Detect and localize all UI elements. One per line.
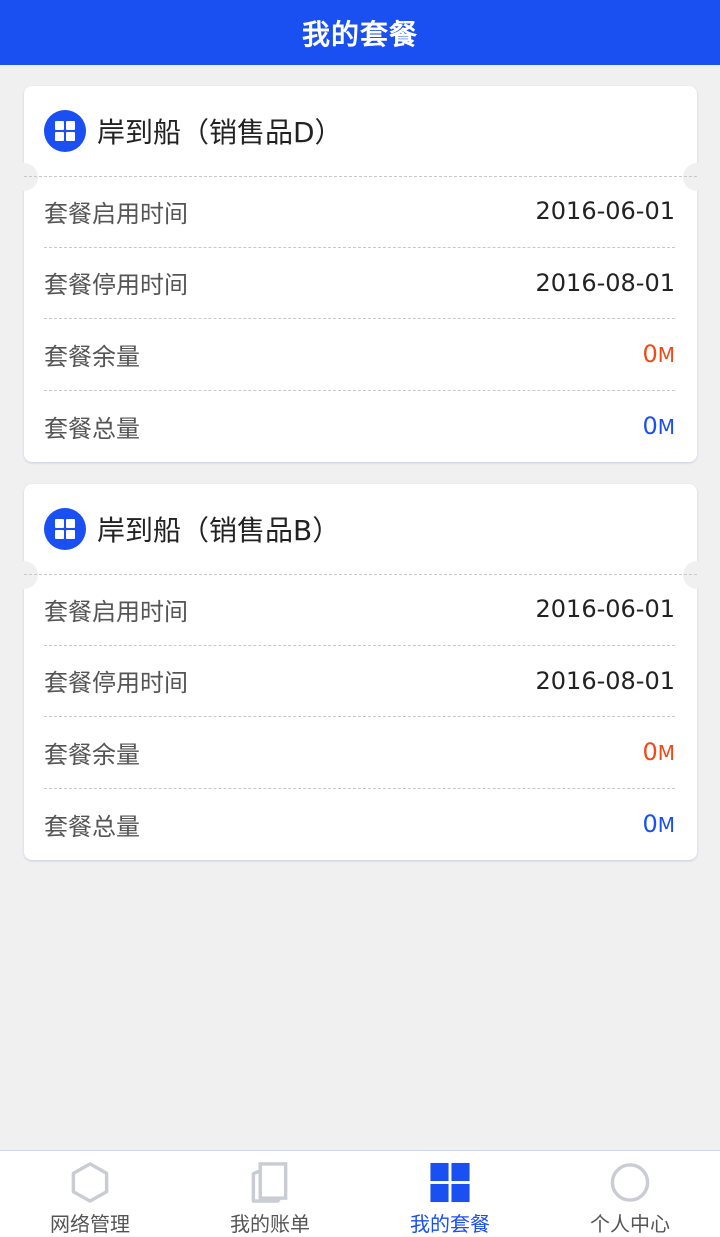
- ticket-notch-left: [10, 561, 38, 589]
- end-date-value: 2016-08-01: [535, 666, 675, 695]
- start-date-row: 套餐启用时间 2016-06-01: [44, 176, 675, 248]
- ticket-notch-right: [683, 163, 711, 191]
- page-title: 我的套餐: [301, 17, 418, 51]
- tab-label: 我的套餐: [410, 1212, 490, 1236]
- total-unit: M: [657, 415, 675, 440]
- remaining-amount: 0: [642, 738, 658, 767]
- package-list: 岸到船（销售品D） 套餐启用时间 2016-06-01 套餐停用时间 2016-…: [10, 86, 711, 882]
- total-unit: M: [657, 813, 675, 838]
- tab-label: 个人中心: [590, 1212, 670, 1236]
- remaining-value: 0M: [642, 340, 675, 368]
- remaining-value: 0M: [642, 738, 675, 766]
- app: 我的套餐 岸到船（销售品D） 套餐启用时间 2016-06-01 套餐停用时间 …: [0, 0, 720, 1237]
- total-label: 套餐总量: [44, 812, 140, 841]
- end-date-value: 2016-08-01: [535, 268, 675, 297]
- end-date-label: 套餐停用时间: [44, 669, 188, 698]
- total-value: 0M: [642, 412, 675, 440]
- remaining-row: 套餐余量 0M: [44, 319, 675, 391]
- package-grid-icon: [44, 110, 86, 152]
- tab-label: 网络管理: [50, 1212, 130, 1236]
- package-grid-icon: [44, 508, 86, 550]
- total-label: 套餐总量: [44, 414, 140, 443]
- tab-personal-center[interactable]: 个人中心: [540, 1151, 720, 1237]
- total-amount: 0: [642, 810, 658, 839]
- remaining-label: 套餐余量: [44, 740, 140, 769]
- start-date-label: 套餐启用时间: [44, 199, 188, 228]
- start-date-row: 套餐启用时间 2016-06-01: [44, 574, 675, 646]
- package-card[interactable]: 岸到船（销售品D） 套餐启用时间 2016-06-01 套餐停用时间 2016-…: [10, 86, 711, 462]
- remaining-label: 套餐余量: [44, 342, 140, 371]
- package-title: 岸到船（销售品D）: [97, 116, 343, 149]
- hexagon-icon: [71, 1162, 109, 1203]
- tab-network-management[interactable]: 网络管理: [0, 1151, 180, 1237]
- total-amount: 0: [642, 412, 658, 441]
- package-card-header: 岸到船（销售品B）: [24, 484, 697, 574]
- dashed-divider: [24, 574, 697, 575]
- total-value: 0M: [642, 810, 675, 838]
- package-title: 岸到船（销售品B）: [97, 514, 341, 547]
- bill-icon: [251, 1162, 288, 1203]
- ticket-notch-right: [683, 561, 711, 589]
- remaining-unit: M: [657, 343, 675, 368]
- remaining-amount: 0: [642, 340, 658, 369]
- bottom-tab-bar: 网络管理 我的账单 我的套餐 个人中心: [0, 1150, 720, 1237]
- package-details: 套餐启用时间 2016-06-01 套餐停用时间 2016-08-01 套餐余量…: [24, 176, 697, 462]
- end-date-label: 套餐停用时间: [44, 271, 188, 300]
- grid-icon: [430, 1162, 470, 1203]
- tab-my-bill[interactable]: 我的账单: [180, 1151, 360, 1237]
- remaining-row: 套餐余量 0M: [44, 717, 675, 789]
- person-circle-icon: [610, 1163, 650, 1202]
- tab-label: 我的账单: [230, 1212, 310, 1236]
- end-date-row: 套餐停用时间 2016-08-01: [44, 646, 675, 717]
- remaining-unit: M: [657, 741, 675, 766]
- total-row: 套餐总量 0M: [44, 391, 675, 463]
- start-date-value: 2016-06-01: [535, 595, 675, 624]
- tab-my-package[interactable]: 我的套餐: [360, 1151, 540, 1237]
- end-date-row: 套餐停用时间 2016-08-01: [44, 248, 675, 319]
- ticket-notch-left: [10, 163, 38, 191]
- package-details: 套餐启用时间 2016-06-01 套餐停用时间 2016-08-01 套餐余量…: [24, 574, 697, 860]
- package-card-header: 岸到船（销售品D）: [24, 86, 697, 176]
- start-date-label: 套餐启用时间: [44, 597, 188, 626]
- total-row: 套餐总量 0M: [44, 789, 675, 861]
- package-card[interactable]: 岸到船（销售品B） 套餐启用时间 2016-06-01 套餐停用时间 2016-…: [10, 484, 711, 860]
- dashed-divider: [24, 176, 697, 177]
- header-bar: 我的套餐: [0, 0, 720, 65]
- start-date-value: 2016-06-01: [535, 197, 675, 226]
